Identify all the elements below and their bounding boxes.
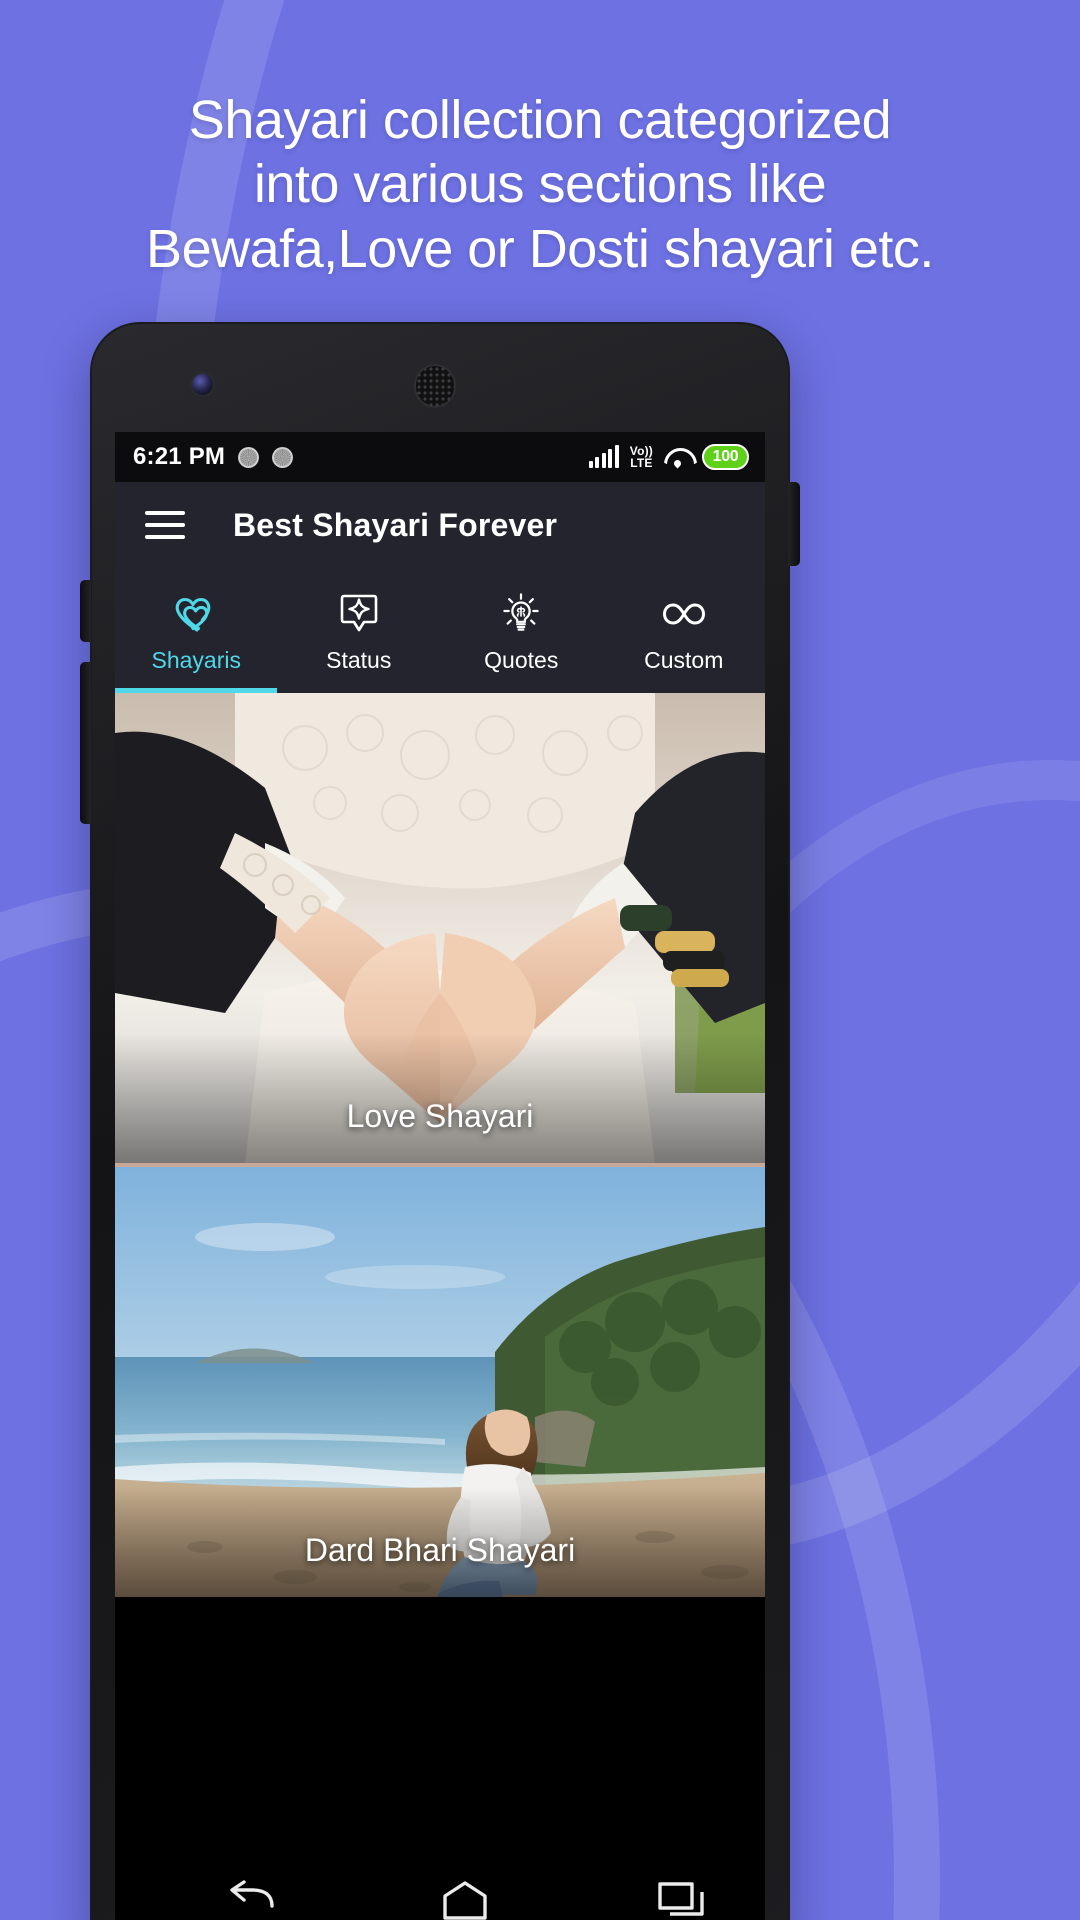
status-bar: 6:21 PM Vo)) LTE 100 — [115, 432, 765, 482]
volte-label-bottom: LTE — [630, 456, 653, 470]
tab-bar: Shayaris Status Quotes Custom — [115, 568, 765, 693]
shayari-category-list[interactable]: Love Shayari Dard Bhari Shayari — [115, 693, 765, 1920]
tab-label: Quotes — [484, 647, 559, 673]
headline-line-3: Bewafa,Love or Dosti shayari etc. — [146, 218, 934, 279]
phone-power-button[interactable] — [788, 482, 800, 566]
infinity-icon — [658, 591, 710, 637]
cellular-signal-icon — [588, 445, 619, 468]
tab-quotes[interactable]: Quotes — [440, 568, 603, 693]
tab-custom[interactable]: Custom — [603, 568, 766, 693]
status-bar-left: 6:21 PM — [133, 443, 294, 471]
status-bar-clock: 6:21 PM — [133, 443, 226, 470]
tab-label: Status — [326, 647, 392, 673]
tab-shayaris[interactable]: Shayaris — [115, 568, 278, 693]
home-icon[interactable] — [437, 1880, 493, 1920]
earpiece-speaker — [414, 364, 456, 408]
tab-status[interactable]: Status — [278, 568, 441, 693]
list-item[interactable]: Love Shayari — [115, 693, 765, 1163]
back-arrow-icon[interactable] — [220, 1879, 276, 1920]
android-navigation-bar — [140, 1864, 765, 1920]
lightbulb-brain-icon — [498, 591, 544, 637]
phone-mockup: 6:21 PM Vo)) LTE 100 Best Shayari Foreve… — [80, 322, 800, 1920]
phone-screen: 6:21 PM Vo)) LTE 100 Best Shayari Foreve… — [115, 432, 765, 1920]
app-title: Best Shayari Forever — [233, 506, 558, 543]
promo-headline: Shayari collection categorized into vari… — [0, 88, 1080, 281]
recent-apps-icon[interactable] — [654, 1880, 710, 1920]
sync-circle-icon — [238, 446, 260, 468]
volte-indicator: Vo)) LTE — [630, 445, 653, 470]
phone-volume-down-button[interactable] — [80, 662, 91, 824]
headline-line-1: Shayari collection categorized — [188, 90, 892, 150]
battery-indicator: 100 — [702, 444, 749, 470]
card-caption: Love Shayari — [346, 1098, 534, 1134]
list-item[interactable]: Dard Bhari Shayari — [115, 1167, 765, 1597]
double-heart-icon — [172, 591, 220, 637]
headline-line-2: into various sections like — [253, 154, 827, 215]
sparkle-bubble-icon — [338, 591, 380, 637]
tab-label: Custom — [644, 647, 724, 673]
couple-hands-heart-photo — [115, 693, 765, 1163]
app-bar: Best Shayari Forever — [115, 482, 765, 568]
wifi-icon — [664, 447, 691, 468]
tab-label: Shayaris — [151, 647, 241, 673]
sync-circle-icon — [272, 446, 294, 468]
hamburger-menu-icon[interactable] — [145, 511, 185, 539]
phone-volume-up-button[interactable] — [80, 580, 91, 642]
status-bar-right: Vo)) LTE 100 — [588, 444, 749, 470]
front-camera-icon — [192, 374, 213, 395]
card-caption: Dard Bhari Shayari — [304, 1532, 576, 1568]
